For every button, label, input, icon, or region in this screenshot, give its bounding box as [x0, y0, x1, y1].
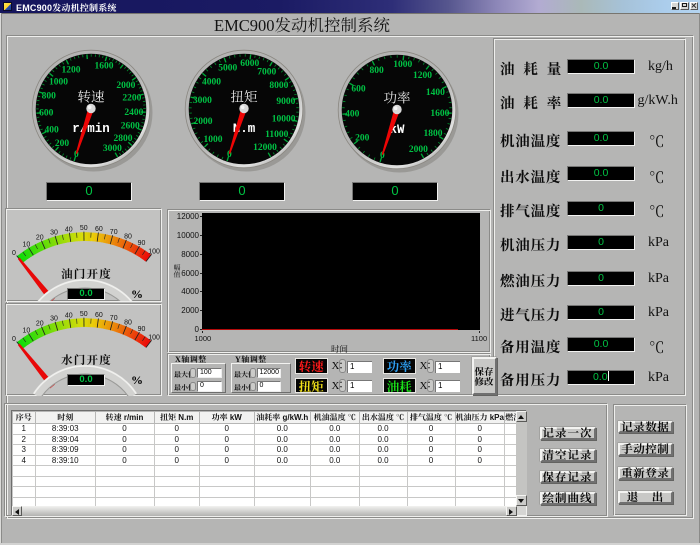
svg-text:转速: 转速 — [77, 86, 104, 106]
svg-text:40: 40 — [65, 226, 73, 233]
svg-text:9000: 9000 — [276, 97, 295, 107]
svg-text:400: 400 — [345, 109, 360, 119]
svg-text:5000: 5000 — [218, 63, 237, 73]
svg-text:2800: 2800 — [113, 134, 132, 144]
svg-text:80: 80 — [124, 234, 132, 241]
svg-text:1600: 1600 — [430, 108, 449, 118]
svg-text:200: 200 — [55, 139, 70, 149]
svg-text:3000: 3000 — [103, 144, 122, 154]
svg-text:1000: 1000 — [203, 135, 222, 145]
svg-text:20: 20 — [36, 235, 44, 242]
svg-text:2400: 2400 — [124, 108, 143, 118]
svg-text:0: 0 — [12, 336, 16, 343]
svg-text:10: 10 — [23, 327, 31, 334]
svg-text:50: 50 — [80, 225, 88, 232]
svg-text:10: 10 — [23, 241, 31, 248]
svg-text:800: 800 — [41, 92, 56, 102]
svg-text:600: 600 — [39, 109, 54, 119]
svg-text:3000: 3000 — [193, 96, 212, 106]
svg-text:11000: 11000 — [265, 130, 288, 140]
svg-text:1000: 1000 — [393, 60, 412, 70]
svg-text:400: 400 — [44, 125, 59, 135]
svg-text:30: 30 — [50, 229, 58, 236]
svg-text:200: 200 — [355, 133, 370, 143]
svg-text:r/min: r/min — [72, 122, 110, 136]
svg-text:7000: 7000 — [257, 68, 276, 78]
svg-text:1200: 1200 — [413, 70, 432, 80]
svg-text:12000: 12000 — [253, 143, 277, 153]
svg-text:80: 80 — [124, 320, 132, 327]
svg-text:2000: 2000 — [116, 81, 135, 91]
svg-text:70: 70 — [110, 315, 118, 322]
svg-text:100: 100 — [148, 335, 160, 342]
svg-text:100: 100 — [148, 249, 160, 256]
svg-text:2600: 2600 — [120, 122, 139, 132]
svg-text:4000: 4000 — [202, 77, 221, 87]
svg-text:90: 90 — [138, 240, 146, 247]
svg-text:60: 60 — [95, 226, 103, 233]
svg-text:功率: 功率 — [383, 86, 410, 106]
svg-text:1800: 1800 — [423, 129, 442, 139]
svg-text:1600: 1600 — [94, 62, 113, 72]
svg-text:60: 60 — [95, 312, 103, 319]
svg-text:扭矩: 扭矩 — [230, 86, 257, 106]
svg-text:70: 70 — [110, 229, 118, 236]
svg-text:8000: 8000 — [269, 81, 288, 91]
svg-text:2000: 2000 — [408, 145, 427, 155]
svg-text:40: 40 — [65, 312, 73, 319]
svg-text:90: 90 — [138, 326, 146, 333]
svg-text:1200: 1200 — [61, 66, 80, 76]
svg-text:2200: 2200 — [122, 94, 141, 104]
svg-text:20: 20 — [36, 321, 44, 328]
svg-text:1400: 1400 — [425, 88, 444, 98]
svg-text:50: 50 — [80, 311, 88, 318]
svg-text:1000: 1000 — [49, 77, 68, 87]
svg-text:0: 0 — [12, 250, 16, 257]
svg-text:10000: 10000 — [271, 115, 295, 125]
svg-text:600: 600 — [351, 84, 366, 94]
svg-text:800: 800 — [369, 65, 384, 75]
svg-text:2000: 2000 — [193, 117, 212, 127]
svg-text:30: 30 — [50, 315, 58, 322]
